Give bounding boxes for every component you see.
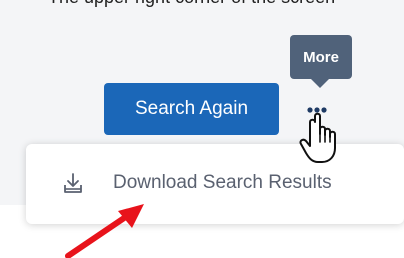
search-again-label: Search Again: [134, 98, 249, 119]
search-again-button[interactable]: Search Again: [104, 83, 279, 135]
tooltip-arrow: [311, 79, 329, 88]
hand-pointer-icon: [299, 112, 336, 163]
red-arrow-icon: [65, 204, 144, 258]
more-tooltip: More: [290, 35, 352, 79]
menu-item-label: Download Search Results: [113, 172, 332, 193]
download-icon: [64, 173, 82, 193]
header-cut-text: The upper right corner of the screen: [48, 0, 335, 8]
tooltip-text: More: [303, 48, 339, 66]
